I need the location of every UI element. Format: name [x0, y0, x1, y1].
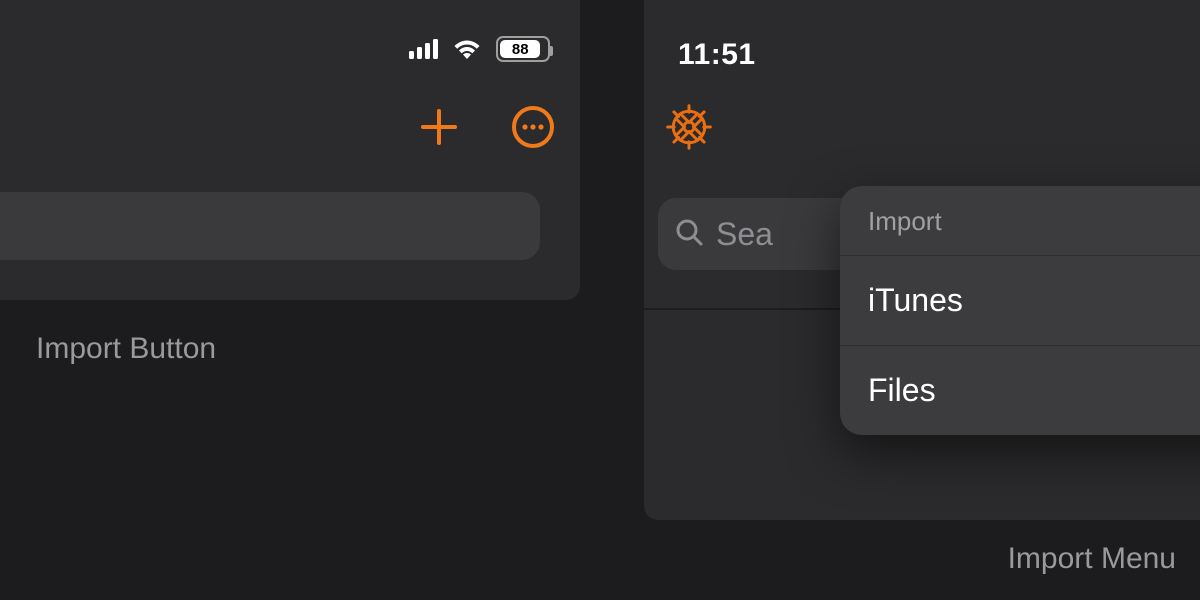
wifi-icon — [452, 38, 482, 60]
more-icon — [511, 105, 555, 149]
search-input[interactable] — [0, 192, 540, 260]
add-button[interactable] — [414, 102, 464, 152]
status-bar: 88 — [409, 36, 550, 62]
device-screenshot-left: 88 — [0, 0, 580, 300]
battery-icon: 88 — [496, 36, 550, 62]
import-menu-item-files[interactable]: Files — [840, 345, 1200, 435]
caption-left: Import Button — [36, 332, 216, 366]
more-button[interactable] — [508, 102, 558, 152]
search-icon — [674, 217, 704, 252]
device-screenshot-right: 11:51 — [644, 0, 1200, 520]
status-time: 11:51 — [678, 38, 756, 72]
cellular-icon — [409, 39, 438, 59]
import-menu: Import iTunes Files — [840, 186, 1200, 435]
settings-button[interactable] — [664, 102, 714, 152]
battery-percent: 88 — [512, 41, 529, 58]
panel-import-button: 88 Import Button — [0, 0, 584, 600]
import-menu-item-itunes[interactable]: iTunes — [840, 256, 1200, 345]
panel-import-menu: 11:51 — [614, 0, 1200, 600]
gear-icon — [664, 100, 714, 154]
caption-right: Import Menu — [1008, 542, 1176, 576]
search-placeholder: Sea — [716, 216, 773, 253]
toolbar — [414, 102, 558, 152]
plus-icon — [418, 106, 460, 148]
import-menu-title: Import — [840, 186, 1200, 256]
battery-fill: 88 — [500, 40, 540, 58]
